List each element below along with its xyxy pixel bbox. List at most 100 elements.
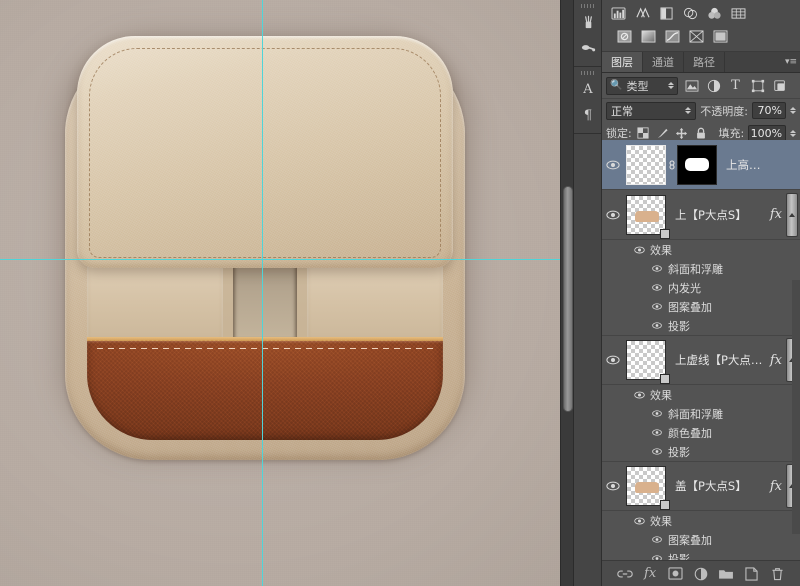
layer-visibility-toggle[interactable] — [602, 335, 624, 385]
opacity-label: 不透明度: — [700, 103, 748, 119]
tab-layers[interactable]: 图层 — [602, 52, 643, 72]
effect-visibility-toggle[interactable] — [650, 448, 664, 455]
list-item[interactable]: 投影 — [602, 442, 800, 461]
effects-visibility-toggle[interactable] — [632, 391, 646, 399]
filter-pixel-icon[interactable] — [683, 77, 700, 94]
paragraph-tool-icon[interactable]: ¶ — [574, 102, 602, 128]
layer-thumbnail[interactable] — [626, 145, 666, 185]
styles-icon[interactable] — [616, 28, 633, 45]
effect-label: 斜面和浮雕 — [668, 261, 723, 277]
guide-vertical[interactable] — [262, 0, 263, 586]
layer-thumbnail[interactable] — [626, 195, 666, 235]
list-item[interactable]: 图案叠加 — [602, 297, 800, 316]
list-item[interactable]: 斜面和浮雕 — [602, 259, 800, 278]
new-layer-button[interactable] — [743, 565, 761, 583]
layers-panel-toolbar: fx — [602, 560, 800, 586]
table-row[interactable]: 上虚线【P大点… fx — [602, 335, 800, 385]
blend-mode-select[interactable]: 正常 — [606, 102, 696, 120]
list-item[interactable]: 斜面和浮雕 — [602, 404, 800, 423]
layer-name[interactable]: 上虚线【P大点… — [666, 352, 770, 368]
new-group-button[interactable] — [717, 565, 735, 583]
guide-horizontal[interactable] — [0, 259, 560, 260]
layer-visibility-toggle[interactable] — [602, 140, 624, 190]
layer-mask-thumbnail[interactable] — [677, 145, 717, 185]
list-item[interactable]: 颜色叠加 — [602, 423, 800, 442]
collapsed-tool-strip: A ¶ — [574, 0, 602, 586]
artwork-inner-well — [87, 254, 443, 440]
effect-visibility-toggle[interactable] — [650, 303, 664, 310]
effect-visibility-toggle[interactable] — [650, 536, 664, 543]
add-layer-style-button[interactable]: fx — [641, 565, 659, 583]
effects-group-row[interactable]: 效果 — [602, 240, 800, 259]
effect-visibility-toggle[interactable] — [650, 410, 664, 417]
chevron-updown-icon[interactable] — [668, 82, 674, 89]
layer-name[interactable]: 盖【P大点S】 — [666, 478, 770, 494]
filter-shape-icon[interactable] — [749, 77, 766, 94]
opacity-stepper[interactable] — [790, 107, 796, 114]
table-row[interactable]: 盖【P大点S】 fx — [602, 461, 800, 511]
tab-paths[interactable]: 路径 — [684, 52, 725, 72]
panel-menu-icon[interactable]: ▾≡ — [785, 56, 797, 68]
new-adjustment-layer-button[interactable] — [692, 565, 710, 583]
list-item[interactable]: 内发光 — [602, 278, 800, 297]
document-canvas[interactable] — [0, 0, 560, 586]
table-row[interactable]: 上【P大点S】 fx — [602, 190, 800, 240]
layer-visibility-toggle[interactable] — [602, 190, 624, 240]
gradient-icon[interactable] — [640, 28, 657, 45]
effect-visibility-toggle[interactable] — [650, 265, 664, 272]
lock-transparent-pixels-icon[interactable] — [636, 125, 651, 141]
layer-thumbnail[interactable] — [626, 340, 666, 380]
lock-image-pixels-icon[interactable] — [655, 125, 670, 141]
fill-input[interactable]: 100% — [748, 125, 786, 142]
histogram-icon[interactable] — [610, 5, 627, 22]
table-row[interactable]: 上高… — [602, 140, 800, 190]
effect-visibility-toggle[interactable] — [650, 284, 664, 291]
swatches-icon[interactable] — [730, 5, 747, 22]
properties-icon[interactable] — [712, 28, 729, 45]
mask-icon[interactable] — [688, 28, 705, 45]
fill-stepper[interactable] — [790, 130, 796, 137]
filter-smart-object-icon[interactable] — [771, 77, 788, 94]
stamp-tools-icon[interactable] — [574, 35, 602, 61]
list-item[interactable]: 投影 — [602, 549, 800, 560]
color-icon[interactable] — [706, 5, 723, 22]
layer-name[interactable]: 上【P大点S】 — [666, 207, 770, 223]
effect-visibility-toggle[interactable] — [650, 429, 664, 436]
effects-visibility-toggle[interactable] — [632, 246, 646, 254]
list-item[interactable]: 投影 — [602, 316, 800, 335]
chevron-updown-icon-blend[interactable] — [685, 107, 691, 114]
layer-visibility-toggle[interactable] — [602, 461, 624, 511]
layer-mask-link-icon[interactable] — [666, 158, 677, 172]
lock-all-icon[interactable] — [693, 125, 708, 141]
filter-type-text-icon[interactable]: T — [727, 77, 744, 94]
layer-effects-expand-toggle[interactable] — [786, 193, 798, 237]
curves-icon[interactable] — [664, 28, 681, 45]
layer-effects-badge[interactable]: fx — [770, 353, 786, 368]
canvas-vertical-scrollbar[interactable] — [560, 0, 574, 586]
type-tool-icon[interactable]: A — [574, 76, 602, 102]
canvas-scrollbar-thumb[interactable] — [563, 186, 573, 412]
opacity-input[interactable]: 70% — [752, 102, 786, 119]
effects-group-row[interactable]: 效果 — [602, 385, 800, 404]
effects-visibility-toggle[interactable] — [632, 517, 646, 525]
filter-adjustment-icon[interactable] — [705, 77, 722, 94]
layers-list[interactable]: 上高… 上【P大点S】 fx 效果 — [602, 140, 800, 560]
add-layer-mask-button[interactable] — [667, 565, 685, 583]
effect-visibility-toggle[interactable] — [650, 322, 664, 329]
link-layers-button[interactable] — [616, 565, 634, 583]
lock-position-icon[interactable] — [674, 125, 689, 141]
info-icon[interactable] — [658, 5, 675, 22]
layer-effects-badge[interactable]: fx — [770, 207, 786, 222]
navigator-icon[interactable] — [634, 5, 651, 22]
effects-group-row[interactable]: 效果 — [602, 511, 800, 530]
layer-thumbnail[interactable] — [626, 466, 666, 506]
filter-type-select[interactable]: 🔍 类型 — [606, 77, 678, 95]
layer-name[interactable]: 上高… — [717, 157, 800, 173]
brush-tools-icon[interactable] — [574, 9, 602, 35]
delete-layer-button[interactable] — [768, 565, 786, 583]
list-item[interactable]: 图案叠加 — [602, 530, 800, 549]
layer-comps-icon[interactable] — [682, 5, 699, 22]
layer-effects-badge[interactable]: fx — [770, 479, 786, 494]
tab-channels[interactable]: 通道 — [643, 52, 684, 72]
layers-panel-scrollbar[interactable] — [792, 280, 800, 534]
